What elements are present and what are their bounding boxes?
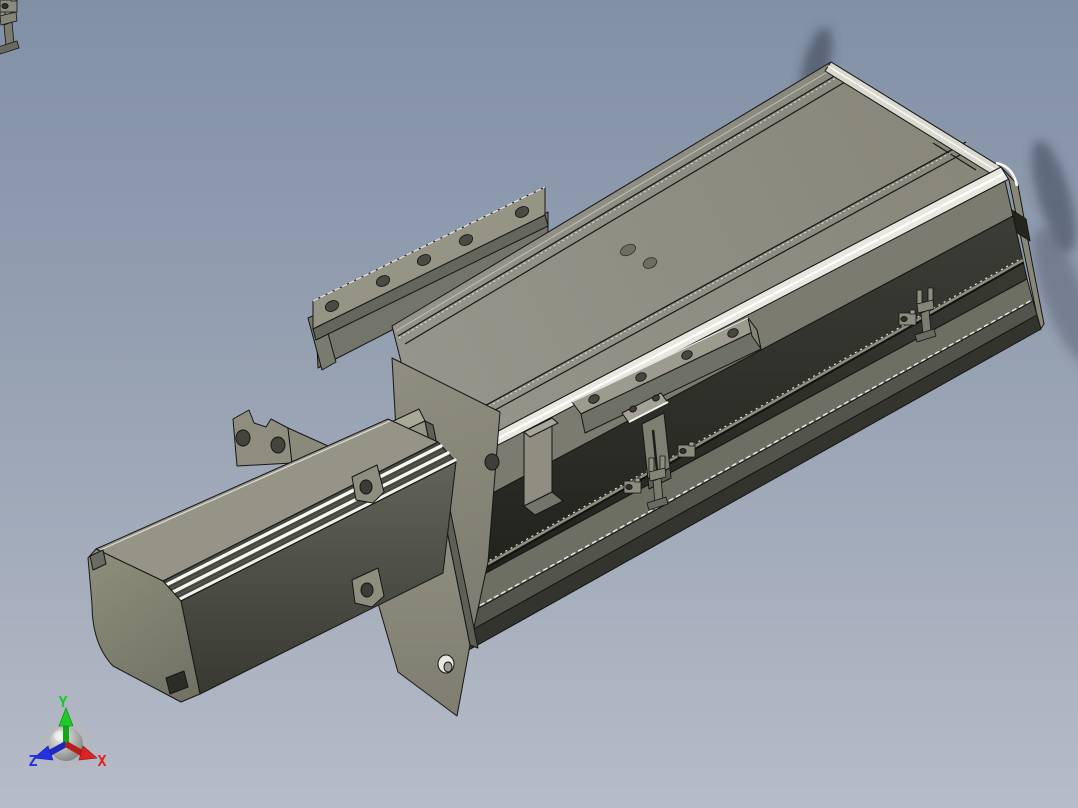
axis-y-label: Y	[58, 693, 67, 711]
ear-hole	[270, 436, 286, 454]
ear-hole	[235, 429, 251, 447]
flange-bright-hole-bore	[443, 661, 453, 673]
cad-viewport[interactable]: Y Z X	[0, 0, 1078, 808]
axis-z-label: Z	[28, 752, 37, 770]
end-face-hole	[484, 453, 500, 471]
ear-hole	[359, 479, 373, 495]
axis-x-label: X	[97, 752, 106, 770]
limit-sensor[interactable]	[0, 0, 18, 13]
ear-hole	[360, 582, 374, 598]
